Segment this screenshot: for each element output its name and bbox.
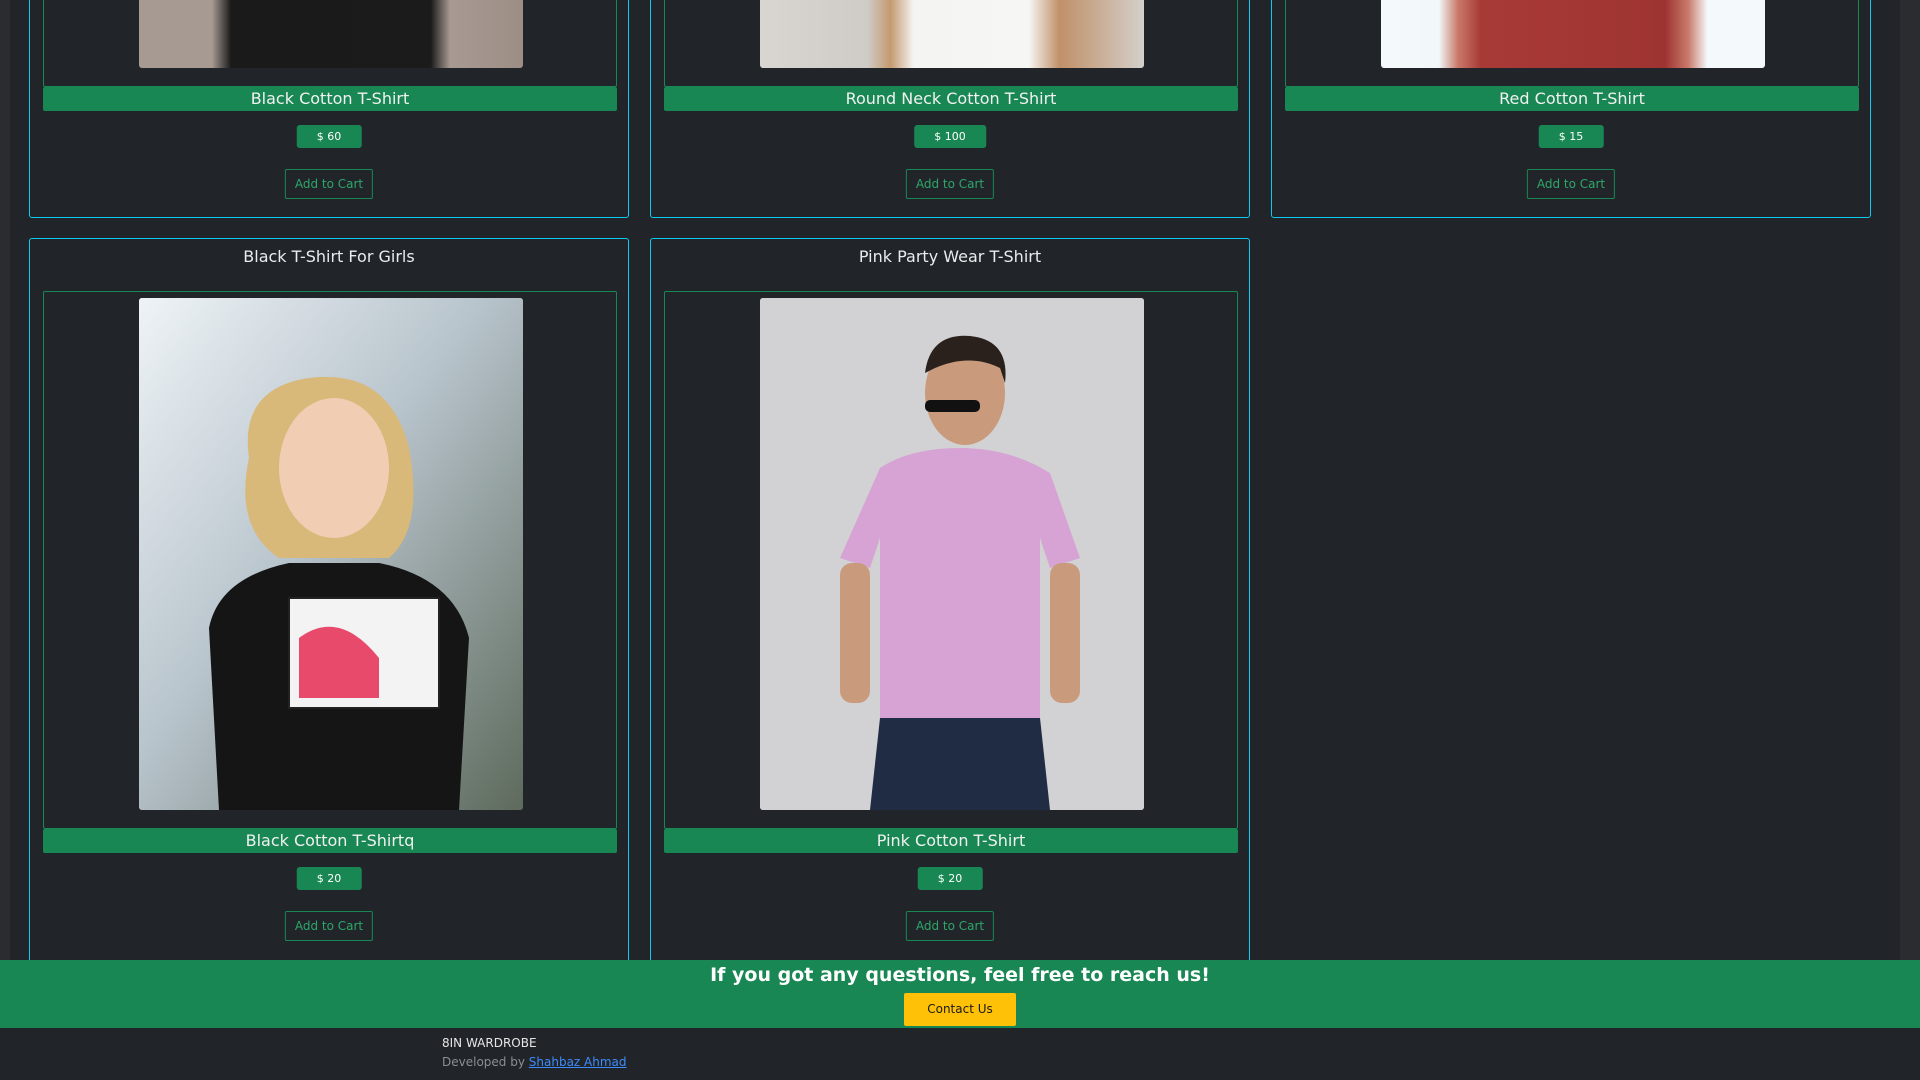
product-name: Round Neck Cotton T-Shirt [664, 87, 1238, 111]
price-badge: $ 20 [917, 867, 983, 890]
product-image [139, 298, 523, 810]
product-image-frame [1285, 0, 1859, 87]
developer-link[interactable]: Shahbaz Ahmad [529, 1055, 627, 1069]
add-to-cart-button[interactable]: Add to Cart [905, 911, 995, 941]
add-to-cart-button[interactable]: Add to Cart [1526, 169, 1616, 199]
product-card: Pink Party Wear T-Shirt Pink Cotton T-Sh… [650, 238, 1250, 960]
cta-heading: If you got any questions, feel free to r… [710, 964, 1210, 986]
product-image-frame [43, 0, 617, 87]
price-badge: $ 15 [1538, 125, 1604, 148]
product-card: Red Cotton T-Shirt $ 15 Add to Cart [1271, 0, 1871, 218]
product-image [760, 0, 1144, 68]
product-image [1381, 0, 1765, 68]
contact-cta-section: If you got any questions, feel free to r… [0, 960, 1920, 1028]
product-image-frame [43, 291, 617, 829]
developer-credit: Developed by Shahbaz Ahmad [442, 1055, 627, 1069]
add-to-cart-button[interactable]: Add to Cart [905, 169, 995, 199]
card-title: Pink Party Wear T-Shirt [858, 247, 1042, 266]
product-name: Black Cotton T-Shirt [43, 87, 617, 111]
product-image-frame [664, 0, 1238, 87]
add-to-cart-button[interactable]: Add to Cart [284, 169, 374, 199]
product-name: Black Cotton T-Shirtq [43, 829, 617, 853]
contact-us-button[interactable]: Contact Us [904, 993, 1016, 1026]
product-name: Pink Cotton T-Shirt [664, 829, 1238, 853]
product-image [139, 0, 523, 68]
product-image [760, 298, 1144, 810]
product-name: Red Cotton T-Shirt [1285, 87, 1859, 111]
card-title: Black T-Shirt For Girls [243, 247, 415, 266]
price-badge: $ 60 [296, 125, 362, 148]
footer: 8IN WARDROBE Developed by Shahbaz Ahmad [0, 1028, 1920, 1080]
product-card: Black Cotton T-Shirt $ 60 Add to Cart [29, 0, 629, 218]
developed-by-label: Developed by [442, 1055, 525, 1069]
price-badge: $ 100 [914, 125, 986, 148]
product-grid: Black Cotton T-Shirt $ 60 Add to Cart Ro… [10, 0, 1900, 960]
price-badge: $ 20 [296, 867, 362, 890]
product-card: Black T-Shirt For Girls Black Cotton T-S… [29, 238, 629, 960]
product-card: Round Neck Cotton T-Shirt $ 100 Add to C… [650, 0, 1250, 218]
product-image-frame [664, 291, 1238, 829]
add-to-cart-button[interactable]: Add to Cart [284, 911, 374, 941]
brand-name: 8IN WARDROBE [442, 1036, 537, 1050]
